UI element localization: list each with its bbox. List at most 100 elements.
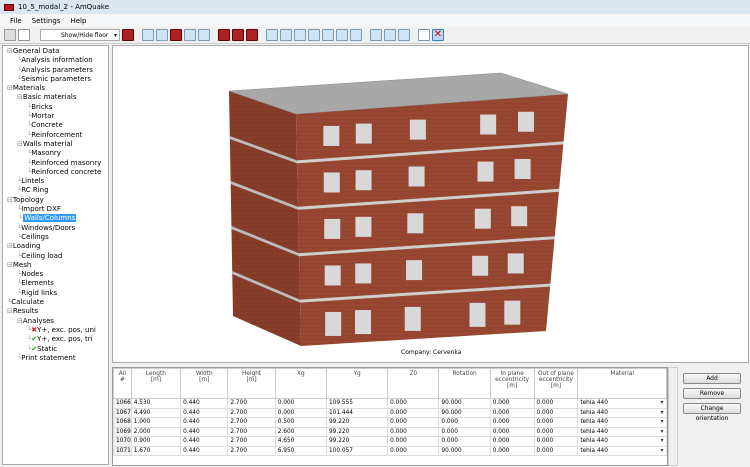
- chevron-down-icon[interactable]: ▾: [658, 400, 666, 406]
- tree-item[interactable]: └✔Y+, exc. pos, tri: [3, 335, 108, 344]
- tree-item[interactable]: └Analysis information: [3, 56, 108, 65]
- column-header[interactable]: Height [m]: [228, 369, 275, 399]
- table-cell[interactable]: 90.000: [439, 446, 490, 456]
- table-cell[interactable]: 0.000: [388, 418, 439, 428]
- change-orientation-button[interactable]: Change orientation: [683, 403, 741, 414]
- solid-view-icon[interactable]: [170, 29, 182, 41]
- tree-item[interactable]: └RC Ring: [3, 186, 108, 195]
- table-cell[interactable]: 0.000: [534, 408, 578, 418]
- zoom-out-icon[interactable]: [398, 29, 410, 41]
- tree-item[interactable]: ⊟Topology: [3, 196, 108, 205]
- zoom-extents-icon[interactable]: [370, 29, 382, 41]
- table-cell[interactable]: 0.440: [181, 446, 228, 456]
- column-header[interactable]: Z0: [388, 369, 439, 399]
- table-cell[interactable]: 0.000: [534, 446, 578, 456]
- table-cell[interactable]: 1.000: [131, 418, 180, 428]
- table-cell[interactable]: 2.700: [228, 446, 275, 456]
- view-bottom-icon[interactable]: [336, 29, 348, 41]
- table-cell[interactable]: 2.700: [228, 399, 275, 409]
- camera-icon[interactable]: [4, 29, 16, 41]
- material-cell[interactable]: tehla 440▾: [578, 446, 667, 456]
- tree-item[interactable]: └Bricks: [3, 103, 108, 112]
- table-cell[interactable]: 0.440: [181, 408, 228, 418]
- tree-item[interactable]: ⊟General Data: [3, 47, 108, 56]
- table-cell[interactable]: 0.000: [490, 399, 534, 409]
- table-cell[interactable]: 0.000: [388, 408, 439, 418]
- table-cell[interactable]: 0.000: [490, 408, 534, 418]
- column-header[interactable]: Yg: [326, 369, 387, 399]
- tree-item[interactable]: └Masonry: [3, 149, 108, 158]
- table-cell[interactable]: 0.440: [181, 399, 228, 409]
- table-cell[interactable]: 90.000: [439, 399, 490, 409]
- table-cell[interactable]: 4.530: [131, 399, 180, 409]
- column-header[interactable]: All #: [114, 369, 132, 399]
- table-cell[interactable]: 1066: [114, 399, 132, 409]
- table-cell[interactable]: 100.057: [326, 446, 387, 456]
- bulb-icon[interactable]: [18, 29, 30, 41]
- table-cell[interactable]: 0.000: [534, 418, 578, 428]
- table-row[interactable]: 10700.9000.4402.7004.65099.2200.0000.000…: [114, 437, 667, 447]
- table-cell[interactable]: 1068: [114, 418, 132, 428]
- tree-item[interactable]: └Print statement: [3, 354, 108, 363]
- table-cell[interactable]: 0.000: [490, 418, 534, 428]
- column-header[interactable]: In plane eccentricity [m]: [490, 369, 534, 399]
- table-cell[interactable]: 1.670: [131, 446, 180, 456]
- tree-item[interactable]: └Rigid links: [3, 289, 108, 298]
- fit-view-icon[interactable]: [142, 29, 154, 41]
- tree-item[interactable]: ⊟Analyses: [3, 317, 108, 326]
- table-cell[interactable]: 0.000: [534, 399, 578, 409]
- view-back-icon[interactable]: [280, 29, 292, 41]
- column-header[interactable]: Length [m]: [131, 369, 180, 399]
- table-cell[interactable]: 90.000: [439, 408, 490, 418]
- tree-item[interactable]: └Seismic parameters: [3, 75, 108, 84]
- table-cell[interactable]: 0.000: [388, 437, 439, 447]
- table-cell[interactable]: 2.700: [228, 437, 275, 447]
- close-view-icon[interactable]: ✕: [432, 29, 444, 41]
- tree-item[interactable]: ⊟Basic materials: [3, 93, 108, 102]
- table-cell[interactable]: 0.000: [275, 408, 326, 418]
- 3d-viewport[interactable]: Company: Cervenka: [112, 45, 749, 363]
- table-cell[interactable]: 0.440: [181, 418, 228, 428]
- table-cell[interactable]: 1067: [114, 408, 132, 418]
- table-cell[interactable]: 109.555: [326, 399, 387, 409]
- table-cell[interactable]: 0.000: [388, 427, 439, 437]
- menu-file[interactable]: File: [10, 17, 22, 25]
- table-cell[interactable]: 0.000: [439, 427, 490, 437]
- table-cell[interactable]: 0.440: [181, 427, 228, 437]
- view-iso-icon[interactable]: [350, 29, 362, 41]
- table-cell[interactable]: 2.700: [228, 427, 275, 437]
- table-row[interactable]: 10692.0000.4402.7002.60099.2200.0000.000…: [114, 427, 667, 437]
- table-cell[interactable]: 2.000: [131, 427, 180, 437]
- column-header[interactable]: Material: [578, 369, 667, 399]
- table-cell[interactable]: 4.490: [131, 408, 180, 418]
- add-button[interactable]: Add: [683, 373, 741, 384]
- table-cell[interactable]: 2.700: [228, 418, 275, 428]
- table-cell[interactable]: 0.500: [275, 418, 326, 428]
- axes-icon[interactable]: [418, 29, 430, 41]
- column-header[interactable]: Xg: [275, 369, 326, 399]
- wire-view-icon[interactable]: [184, 29, 196, 41]
- table-cell[interactable]: 4.650: [275, 437, 326, 447]
- table-cell[interactable]: 99.220: [326, 437, 387, 447]
- tree-item[interactable]: ⊟Walls material: [3, 140, 108, 149]
- table-cell[interactable]: 1070: [114, 437, 132, 447]
- table-cell[interactable]: 0.900: [131, 437, 180, 447]
- tree-item[interactable]: └✔Static: [3, 345, 108, 354]
- table-cell[interactable]: 0.000: [490, 446, 534, 456]
- material-cell[interactable]: tehla 440▾: [578, 399, 667, 409]
- table-cell[interactable]: 0.000: [534, 427, 578, 437]
- tree-item[interactable]: └Concrete: [3, 121, 108, 130]
- table-row[interactable]: 10681.0000.4402.7000.50099.2200.0000.000…: [114, 418, 667, 428]
- table-cell[interactable]: 1069: [114, 427, 132, 437]
- tree-item[interactable]: └Reinforced masonry: [3, 159, 108, 168]
- chevron-down-icon[interactable]: ▾: [658, 410, 666, 416]
- material-cell[interactable]: tehla 440▾: [578, 418, 667, 428]
- table-cell[interactable]: 0.440: [181, 437, 228, 447]
- floor-select[interactable]: Show/Hide floor▾: [40, 29, 120, 41]
- tree-item[interactable]: ⊟Mesh: [3, 261, 108, 270]
- table-row[interactable]: 10674.4900.4402.7000.000101.4440.00090.0…: [114, 408, 667, 418]
- table-cell[interactable]: 0.000: [490, 437, 534, 447]
- table-cell[interactable]: 2.700: [228, 408, 275, 418]
- wall-icon[interactable]: [218, 29, 230, 41]
- material-cell[interactable]: tehla 440▾: [578, 427, 667, 437]
